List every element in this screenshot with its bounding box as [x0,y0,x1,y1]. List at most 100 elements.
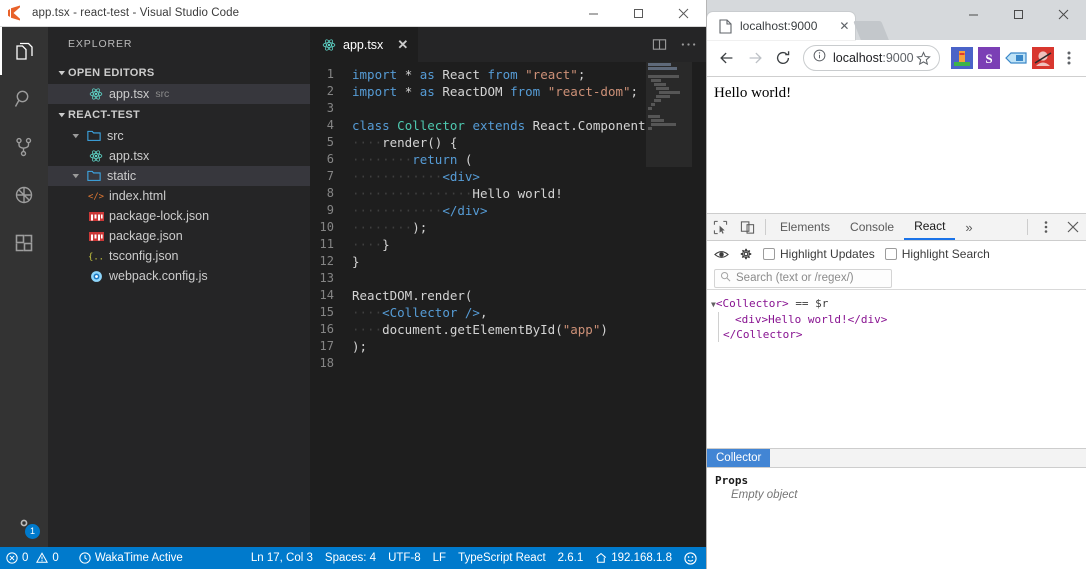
reload-icon[interactable] [769,44,797,72]
npm-icon [88,208,104,224]
close-button[interactable] [661,0,706,27]
extension-icon-1[interactable] [951,47,973,69]
minimap-line [650,103,655,106]
section-open-editors[interactable]: OPEN EDITORS [48,62,310,84]
devtools-tab-console[interactable]: Console [840,214,904,240]
highlight-search-checkbox[interactable]: Highlight Search [884,247,990,261]
tree-node-div-child[interactable]: <div>Hello world!</div> [718,312,1082,327]
extension-icon-4[interactable] [1032,47,1054,69]
section-project-root[interactable]: REACT-TEST [48,104,310,126]
status-typescript-version[interactable]: 2.6.1 [552,547,590,569]
open-editor-label: app.tsx [109,87,150,101]
json-icon: {..} [88,248,104,264]
eye-icon[interactable] [714,247,729,262]
maximize-button[interactable] [996,0,1041,29]
tree-item-src[interactable]: src [48,126,310,146]
extension-icon-2[interactable]: S [978,47,1000,69]
address-bar[interactable]: localhost:9000 [803,45,940,71]
star-icon[interactable] [916,50,931,66]
chrome-window-controls [951,0,1086,29]
devtools-more-tabs-icon[interactable]: » [955,214,982,240]
status-encoding[interactable]: UTF-8 [382,547,427,569]
editor-scrollbar[interactable] [692,62,706,547]
status-language-mode[interactable]: TypeScript React [452,547,552,569]
open-editor-item-app-tsx[interactable]: app.tsx src [48,84,310,104]
activity-item-debug[interactable] [0,171,48,219]
ellipsis-icon[interactable] [681,42,696,47]
folder-icon [86,168,102,184]
kebab-menu-icon[interactable] [1058,50,1080,66]
svg-text:S: S [985,51,992,66]
editor-minimap[interactable] [646,62,692,547]
error-icon [6,552,18,564]
editor-area[interactable]: 1 import * as React from "react"; 2 import … [310,62,706,547]
info-icon[interactable] [813,49,826,67]
close-icon[interactable] [1059,214,1086,240]
props-tab-collector[interactable]: Collector [707,449,771,467]
maximize-button[interactable] [616,0,661,27]
tree-item-webpack-config-js[interactable]: webpack.config.js [48,266,310,286]
close-icon[interactable]: ✕ [839,20,849,32]
status-feedback[interactable] [678,547,706,569]
highlight-updates-checkbox[interactable]: Highlight Updates [763,247,875,261]
home-icon [595,552,607,564]
status-problems[interactable]: 0 0 [0,547,65,569]
status-eol[interactable]: LF [427,547,452,569]
minimap-line [659,91,681,94]
checkbox-box[interactable] [884,248,897,260]
react-icon [88,86,104,102]
extension-icon-3[interactable] [1005,47,1027,69]
props-empty-value: Empty object [731,489,798,501]
line-number: 11 [319,237,334,251]
activity-item-manage[interactable]: 1 [0,499,48,547]
activity-item-extensions[interactable] [0,219,48,267]
inspect-element-icon[interactable] [707,214,734,240]
forward-button[interactable] [741,44,769,72]
status-cursor-position[interactable]: Ln 17, Col 3 [245,547,319,569]
split-editor-icon[interactable] [652,37,667,52]
activity-item-explorer[interactable] [0,27,48,75]
checkbox-box[interactable] [763,248,775,260]
device-toolbar-icon[interactable] [734,214,761,240]
new-tab-button[interactable] [853,21,890,40]
folder-icon [86,128,102,144]
tree-node-collector-open[interactable]: ▼<Collector> == $r [711,296,1082,312]
react-component-tree[interactable]: ▼<Collector> == $r <div>Hello world!</di… [707,289,1086,448]
debug-icon [12,183,36,207]
editor-tab-app-tsx[interactable]: app.tsx ✕ [310,27,419,62]
props-panel-tabs: Collector [707,449,1086,468]
tree-item-package-lock-json[interactable]: package-lock.json [48,206,310,226]
svg-text:</>: </> [88,192,104,202]
back-button[interactable] [713,44,741,72]
status-wakatime[interactable]: WakaTime Active [73,547,189,569]
minimize-button[interactable] [951,0,996,29]
search-icon [12,87,36,111]
activity-item-search[interactable] [0,75,48,123]
status-remote-host[interactable]: 192.168.1.8 [589,547,678,569]
close-icon[interactable]: ✕ [397,38,408,51]
close-button[interactable] [1041,0,1086,29]
minimize-button[interactable] [571,0,616,27]
kebab-menu-icon[interactable] [1032,214,1059,240]
page-viewport[interactable]: Hello world! [707,77,1086,213]
react-search-input[interactable]: Search (text or /regex/) [714,268,892,288]
page-icon [719,18,732,34]
status-indentation[interactable]: Spaces: 4 [319,547,382,569]
status-warning-count: 0 [52,552,59,564]
tree-item-app-tsx[interactable]: app.tsx [48,146,310,166]
devtools-tab-elements[interactable]: Elements [770,214,840,240]
minimap-line [656,95,670,98]
gear-icon[interactable] [739,247,753,261]
activity-item-source-control[interactable] [0,123,48,171]
source-control-icon [12,135,36,159]
browser-tab[interactable]: localhost:9000 ✕ [707,12,856,40]
tree-item-static[interactable]: static [48,166,310,186]
status-right-group: Ln 17, Col 3 Spaces: 4 UTF-8 LF TypeScri… [245,547,706,569]
tree-item-index-html[interactable]: </> index.html [48,186,310,206]
devtools-tab-react[interactable]: React [904,214,956,240]
divider [765,219,766,235]
tree-item-tsconfig-json[interactable]: {..} tsconfig.json [48,246,310,266]
tree-item-label: static [107,169,137,183]
devtools-panel: Elements Console React » Highlight Updat… [707,213,1086,568]
tree-item-package-json[interactable]: package.json [48,226,310,246]
